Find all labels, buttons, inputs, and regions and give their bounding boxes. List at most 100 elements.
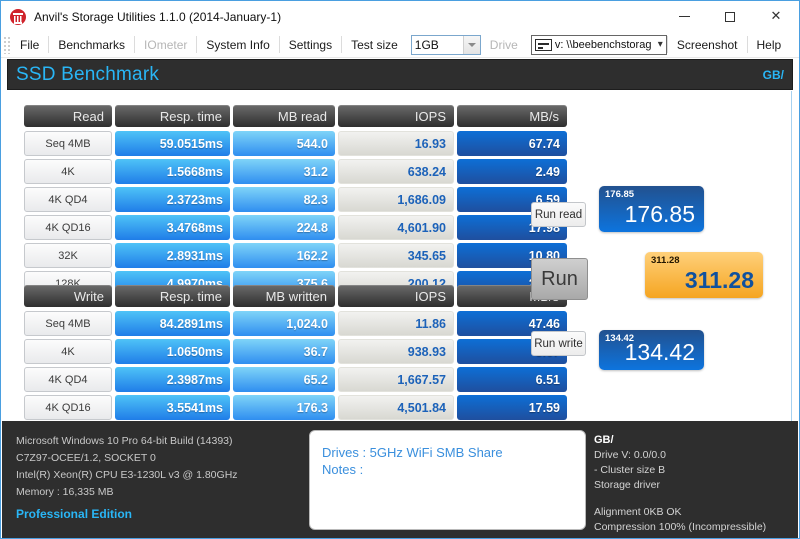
menu-item-settings[interactable]: Settings (280, 33, 341, 57)
anvil-storage-utilities-window: Anvil's Storage Utilities 1.1.0 (2014-Ja… (0, 0, 800, 539)
window-controls: ✕ (661, 1, 799, 32)
drive-label: Drive (489, 37, 518, 52)
drive-info-spacer (594, 493, 766, 505)
table-row: Seq 4MB 84.2891ms 1,024.0 11.86 47.46 (24, 311, 567, 336)
write-mb: 36.7 (233, 339, 335, 364)
menu-item-help[interactable]: Help (748, 33, 791, 57)
read-score-small: 176.85 (605, 189, 635, 200)
read-score-box: 176.85 176.85 (599, 186, 704, 232)
title-bar: Anvil's Storage Utilities 1.1.0 (2014-Ja… (1, 1, 799, 32)
menu-item-screenshot[interactable]: Screenshot (668, 33, 747, 57)
page-title: SSD Benchmark (16, 63, 160, 85)
read-mb: 224.8 (233, 215, 335, 240)
table-row: Seq 4MB 59.0515ms 544.0 16.93 67.74 (24, 131, 567, 156)
test-size-dropdown[interactable]: 1GB (410, 34, 481, 55)
read-table-header-row: Read Resp. time MB read IOPS MB/s (24, 105, 567, 127)
write-iops: 11.86 (338, 311, 454, 336)
close-icon[interactable]: ✕ (753, 1, 799, 32)
table-row: 32K 2.8931ms 162.2 345.65 10.80 (24, 243, 567, 268)
read-resp-time: 3.4768ms (115, 215, 230, 240)
footer-panel: Microsoft Windows 10 Pro 64-bit Build (1… (2, 421, 798, 538)
chevron-down-icon[interactable] (462, 35, 480, 54)
read-col-header-mbs: MB/s (457, 105, 567, 127)
write-mb: 1,024.0 (233, 311, 335, 336)
read-iops: 345.65 (338, 243, 454, 268)
toolbar-grip[interactable] (3, 35, 11, 54)
write-row-label[interactable]: 4K QD4 (24, 367, 112, 392)
window-title: Anvil's Storage Utilities 1.1.0 (2014-Ja… (34, 9, 282, 24)
write-resp-time: 84.2891ms (115, 311, 230, 336)
write-score-value: 134.42 (624, 339, 695, 365)
minimize-button[interactable] (661, 1, 707, 32)
read-mb: 544.0 (233, 131, 335, 156)
panel-divider (791, 91, 792, 421)
read-results-table: Read Resp. time MB read IOPS MB/s Seq 4M… (24, 105, 567, 299)
table-row: 4K 1.0650ms 36.7 938.93 3.67 (24, 339, 567, 364)
menu-item-iometer: IOmeter (144, 37, 188, 52)
sysinfo-motherboard: C7Z97-OCEE/1.2, SOCKET 0 (16, 452, 156, 464)
read-resp-time: 1.5668ms (115, 159, 230, 184)
read-row-label[interactable]: 4K QD16 (24, 215, 112, 240)
read-score-value: 176.85 (624, 201, 695, 227)
write-mb: 176.3 (233, 395, 335, 420)
drive-value: v: \\beebenchstorag (554, 38, 652, 51)
drive-info-capacity: Drive V: 0.0/0.0 (594, 449, 666, 461)
write-row-label[interactable]: 4K QD16 (24, 395, 112, 420)
write-row-label[interactable]: Seq 4MB (24, 311, 112, 336)
write-col-header-resp-time: Resp. time (115, 285, 230, 307)
test-size-value: 1GB (414, 37, 439, 52)
write-iops: 1,667.57 (338, 367, 454, 392)
read-iops: 16.93 (338, 131, 454, 156)
header-unit-label: GB/ (762, 67, 784, 82)
run-button[interactable]: Run (531, 258, 588, 300)
read-col-header-mb-read: MB read (233, 105, 335, 127)
notes-box[interactable]: Drives : 5GHz WiFi SMB Share Notes : (309, 430, 586, 530)
drive-info-storage-driver: Storage driver (594, 479, 660, 491)
read-row-label[interactable]: Seq 4MB (24, 131, 112, 156)
read-iops: 1,686.09 (338, 187, 454, 212)
write-col-header-write: Write (24, 285, 112, 307)
drive-info-alignment: Alignment 0KB OK (594, 506, 682, 518)
drive-dropdown[interactable]: v: \\beebenchstorag ▾ (530, 34, 667, 55)
total-score-box: 311.28 311.28 (645, 252, 763, 298)
menu-item-benchmarks[interactable]: Benchmarks (49, 33, 134, 57)
run-read-button[interactable]: Run read (531, 202, 586, 227)
write-mbs: 6.51 (457, 367, 567, 392)
table-row: 4K QD4 2.3723ms 82.3 1,686.09 6.59 (24, 187, 567, 212)
write-score-box: 134.42 134.42 (599, 330, 704, 370)
table-row: 4K QD4 2.3987ms 65.2 1,667.57 6.51 (24, 367, 567, 392)
write-iops: 4,501.84 (338, 395, 454, 420)
drive-info-cluster: - Cluster size B (594, 464, 666, 476)
total-score-value: 311.28 (684, 267, 754, 293)
anvil-app-icon (10, 8, 26, 25)
maximize-button[interactable] (707, 1, 753, 32)
write-resp-time: 2.3987ms (115, 367, 230, 392)
menu-bar: File Benchmarks IOmeter System Info Sett… (1, 32, 799, 58)
menu-item-file[interactable]: File (11, 33, 48, 57)
test-size-label: Test size (351, 37, 398, 52)
write-row-label[interactable]: 4K (24, 339, 112, 364)
chevron-down-icon[interactable]: ▾ (658, 39, 663, 50)
read-col-header-read: Read (24, 105, 112, 127)
read-row-label[interactable]: 4K QD4 (24, 187, 112, 212)
read-row-label[interactable]: 32K (24, 243, 112, 268)
read-resp-time: 2.3723ms (115, 187, 230, 212)
sysinfo-cpu: Intel(R) Xeon(R) CPU E3-1230L v3 @ 1.80G… (16, 469, 238, 481)
total-score-small: 311.28 (651, 255, 680, 266)
menu-item-system-info[interactable]: System Info (197, 33, 278, 57)
write-resp-time: 3.5541ms (115, 395, 230, 420)
write-mbs: 17.59 (457, 395, 567, 420)
write-iops: 938.93 (338, 339, 454, 364)
table-row: 4K 1.5668ms 31.2 638.24 2.49 (24, 159, 567, 184)
run-write-button[interactable]: Run write (531, 331, 586, 356)
drive-icon (534, 38, 552, 51)
benchmark-header: SSD Benchmark GB/ (7, 59, 793, 90)
drive-info-unit: GB/ (594, 434, 614, 446)
notes-line: Notes : (322, 462, 364, 477)
read-iops: 638.24 (338, 159, 454, 184)
read-mb: 162.2 (233, 243, 335, 268)
drive-info-compression: Compression 100% (Incompressible) (594, 521, 767, 533)
read-row-label[interactable]: 4K (24, 159, 112, 184)
drive-info-block: GB/ Drive V: 0.0/0.0 - Cluster size B St… (594, 433, 766, 535)
benchmark-body: Read Resp. time MB read IOPS MB/s Seq 4M… (2, 91, 798, 421)
